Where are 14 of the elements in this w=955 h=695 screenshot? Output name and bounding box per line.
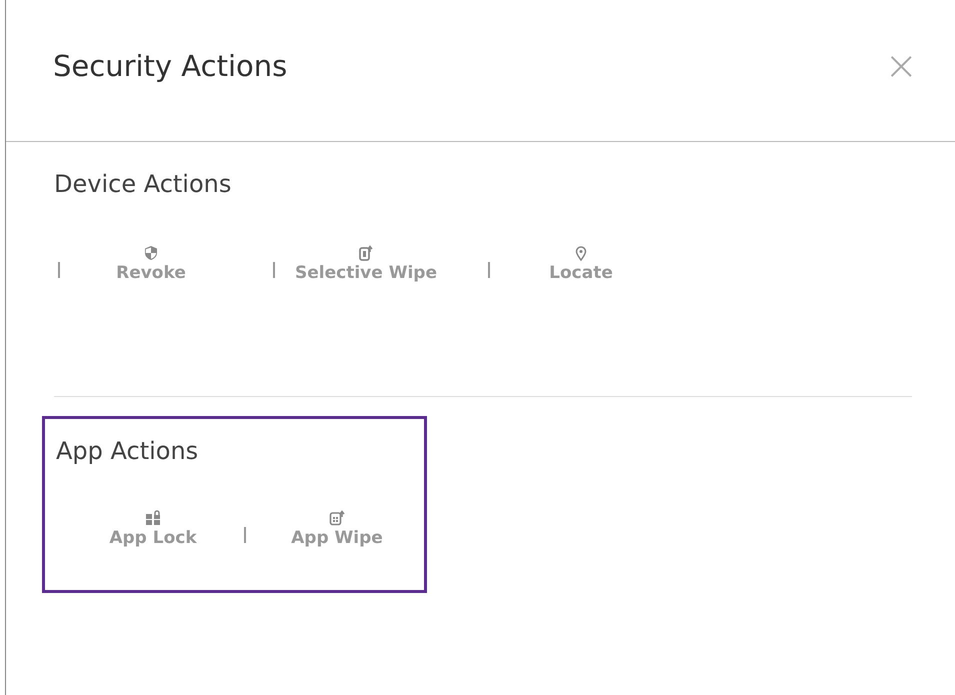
close-button[interactable]: × xyxy=(884,46,918,86)
action-link[interactable]: Revoke xyxy=(116,265,186,282)
phone-arrow-icon[interactable] xyxy=(358,245,374,261)
location-pin-icon[interactable] xyxy=(573,245,589,261)
action-link[interactable]: Selective Wipe xyxy=(295,265,437,282)
action-link[interactable]: App Wipe xyxy=(291,530,383,547)
app-arrow-icon[interactable] xyxy=(329,510,345,526)
dialog-title: Security Actions xyxy=(53,52,288,81)
app-grid-lock-icon[interactable] xyxy=(145,510,161,526)
section-heading: App Actions xyxy=(56,439,200,463)
action-link[interactable]: App Lock xyxy=(109,530,197,547)
shield-icon[interactable] xyxy=(143,245,159,261)
section-heading: Device Actions xyxy=(54,172,232,196)
action-link[interactable]: Locate xyxy=(549,265,613,282)
